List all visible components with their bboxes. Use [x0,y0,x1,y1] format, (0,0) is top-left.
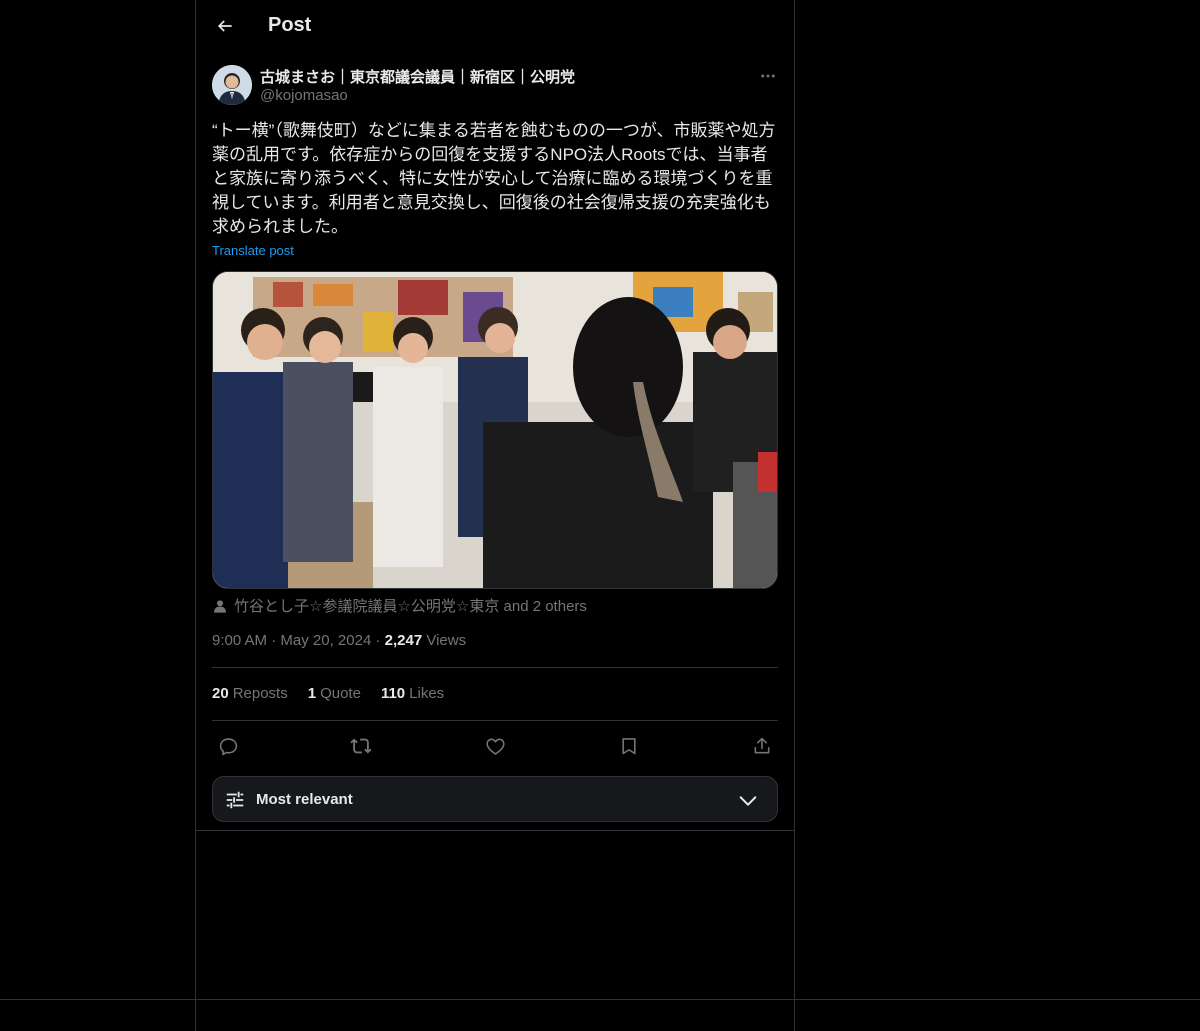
author-name[interactable]: 古城まさお｜東京都議会議員｜新宿区｜公明党 [260,66,575,87]
meta-separator: · [375,632,385,649]
post-image[interactable] [212,271,778,589]
translate-post-link[interactable]: Translate post [212,243,294,258]
quotes-stat[interactable]: 1 Quote [308,685,361,702]
post-header: Post [196,0,794,54]
post-time[interactable]: 9:00 AM [212,632,267,649]
reply-icon [219,737,237,755]
views-count: 2,247 [384,632,423,649]
post-photo [213,272,777,588]
views-label: Views [426,632,467,649]
likes-count: 110 [380,685,406,702]
reposts-stat[interactable]: 20 Reposts [212,685,288,702]
heart-icon [485,738,505,755]
meta-separator: · [271,632,281,649]
more-icon [761,74,775,78]
back-button[interactable] [208,9,242,43]
repost-button[interactable] [345,730,377,762]
quotes-count: 1 [307,685,317,702]
likes-label: Likes [409,685,445,702]
avatar-image [212,65,252,105]
post-meta: 9:00 AM · May 20, 2024 · 2,247 Views [212,632,466,649]
primary-column: Post 古城まさお｜東京都議会議員｜新宿区｜公明党 @kojomasao “ト… [195,0,795,1031]
post-text: “トー横”（歌舞伎町）などに集まる若者を蝕むものの一つが、市販薬や処方薬の乱用で… [212,121,776,236]
page-title: Post [268,14,312,36]
action-bar [212,730,778,762]
share-button[interactable] [746,730,778,762]
post-date[interactable]: May 20, 2024 [280,632,371,649]
repost-icon [350,738,372,754]
page: Post 古城まさお｜東京都議会議員｜新宿区｜公明党 @kojomasao “ト… [0,0,1200,1031]
reply-sort-dropdown[interactable]: Most relevant [212,776,778,822]
divider [212,667,778,668]
post-stats: 20 Reposts 1 Quote 110 Likes [212,685,444,702]
likes-stat[interactable]: 110 Likes [381,685,444,702]
reposts-count: 20 [212,685,229,702]
reposts-label: Reposts [232,685,288,702]
author-handle[interactable]: @kojomasao [260,87,348,104]
section-divider [196,830,794,831]
more-button[interactable] [756,64,780,88]
divider [212,720,778,721]
sort-label: Most relevant [256,791,353,808]
back-arrow-icon [217,20,232,32]
chevron-down-icon [739,796,757,806]
share-icon [754,737,770,754]
tagged-users-label: 竹谷とし子☆参議院議員☆公明党☆東京 and 2 others [234,598,587,615]
reply-button[interactable] [212,730,244,762]
avatar[interactable] [212,65,252,105]
like-button[interactable] [479,730,511,762]
bookmark-button[interactable] [613,730,645,762]
person-icon [214,599,226,613]
quotes-label: Quote [320,685,361,702]
bookmark-icon [622,738,636,755]
tagged-users[interactable]: 竹谷とし子☆参議院議員☆公明党☆東京 and 2 others [212,595,587,616]
sliders-icon [226,791,244,809]
bottom-divider [0,999,1200,1000]
